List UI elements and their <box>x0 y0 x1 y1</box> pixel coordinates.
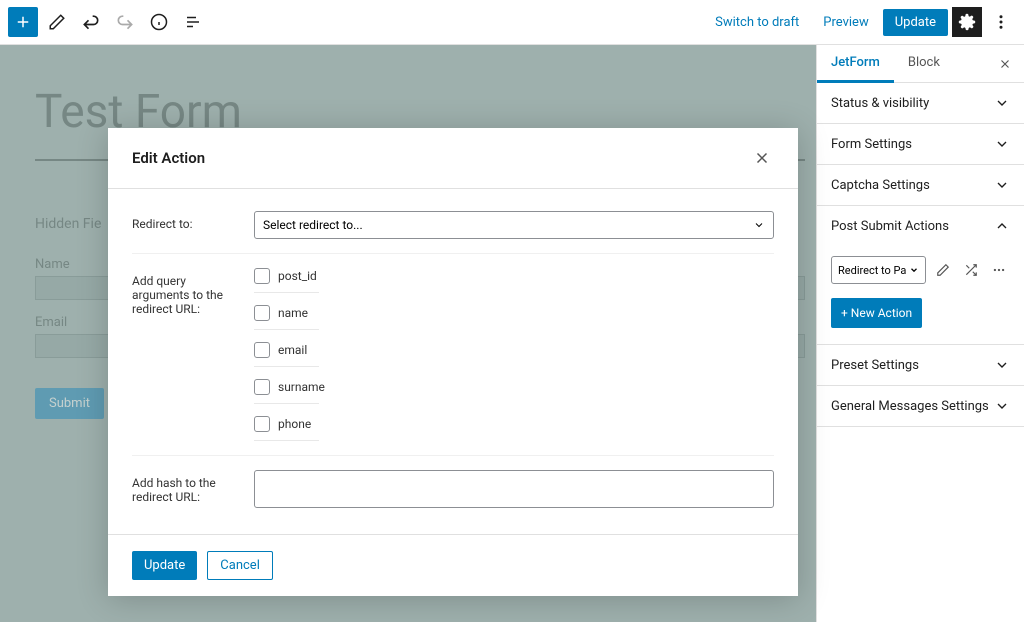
modal-title: Edit Action <box>132 149 205 167</box>
checkbox-post-id[interactable] <box>254 268 270 284</box>
checkbox-phone[interactable] <box>254 416 270 432</box>
update-button[interactable]: Update <box>883 9 948 36</box>
shuffle-icon <box>964 263 978 277</box>
close-icon <box>998 57 1012 71</box>
switch-to-draft-button[interactable]: Switch to draft <box>705 9 809 36</box>
action-more-button[interactable] <box>988 259 1010 281</box>
hash-input[interactable] <box>254 470 774 508</box>
chevron-down-icon <box>994 95 1010 111</box>
select-placeholder: Select redirect to... <box>263 218 363 232</box>
modal-header: Edit Action <box>108 128 798 189</box>
chevron-down-icon <box>994 177 1010 193</box>
add-block-button[interactable] <box>8 7 38 37</box>
plus-icon <box>14 13 32 31</box>
panel-general-messages[interactable]: General Messages Settings <box>817 386 1024 426</box>
panel-label: Captcha Settings <box>831 178 930 193</box>
info-icon <box>150 13 168 31</box>
action-item-row: Redirect to Pa <box>831 256 1010 284</box>
tab-block[interactable]: Block <box>894 45 954 83</box>
sidebar-tabs: JetForm Block <box>817 45 1024 83</box>
list-view-button[interactable] <box>178 7 208 37</box>
checkbox-email[interactable] <box>254 342 270 358</box>
chevron-down-icon <box>994 357 1010 373</box>
more-options-button[interactable] <box>986 7 1016 37</box>
settings-sidebar: JetForm Block Status & visibility Form S… <box>816 45 1024 622</box>
check-item-email: email <box>254 342 319 367</box>
panel-status-visibility[interactable]: Status & visibility <box>817 83 1024 123</box>
tab-jetform[interactable]: JetForm <box>817 45 894 83</box>
modal-body: Redirect to: Select redirect to... Add q… <box>108 189 798 534</box>
checkbox-label: surname <box>278 380 325 394</box>
conditions-button[interactable] <box>960 259 982 281</box>
check-item-surname: surname <box>254 379 319 404</box>
panel-form-settings[interactable]: Form Settings <box>817 124 1024 164</box>
panel-preset-settings[interactable]: Preset Settings <box>817 345 1024 385</box>
edit-action-button[interactable] <box>932 259 954 281</box>
top-toolbar: Switch to draft Preview Update <box>0 0 1024 45</box>
redo-icon <box>115 12 135 32</box>
undo-icon <box>81 12 101 32</box>
redo-button[interactable] <box>110 7 140 37</box>
more-horizontal-icon <box>992 263 1006 277</box>
query-args-label: Add query arguments to the redirect URL: <box>132 268 242 316</box>
pencil-icon <box>936 263 950 277</box>
checkbox-label: post_id <box>278 269 317 283</box>
redirect-to-label: Redirect to: <box>132 211 242 231</box>
chevron-down-icon <box>994 398 1010 414</box>
panel-post-submit-actions[interactable]: Post Submit Actions <box>817 206 1024 246</box>
query-args-row: Add query arguments to the redirect URL:… <box>132 262 774 456</box>
redirect-to-select[interactable]: Select redirect to... <box>254 211 774 239</box>
modal-close-button[interactable] <box>750 146 774 170</box>
close-icon <box>753 149 771 167</box>
query-args-list: post_id name email surname <box>254 268 774 441</box>
panel-label: Status & visibility <box>831 96 929 111</box>
action-select-value: Redirect to Pa <box>838 264 906 277</box>
redirect-to-row: Redirect to: Select redirect to... <box>132 205 774 254</box>
modal-footer: Update Cancel <box>108 534 798 596</box>
modal-update-button[interactable]: Update <box>132 551 197 580</box>
list-icon <box>184 13 202 31</box>
pencil-icon <box>48 13 66 31</box>
check-item-phone: phone <box>254 416 319 441</box>
checkbox-label: name <box>278 306 308 320</box>
close-sidebar-button[interactable] <box>986 49 1024 79</box>
panel-body-post-submit: Redirect to Pa + New Action <box>817 246 1024 344</box>
more-vertical-icon <box>992 13 1010 31</box>
checkbox-surname[interactable] <box>254 379 270 395</box>
check-item-post-id: post_id <box>254 268 319 293</box>
checkbox-label: email <box>278 343 307 357</box>
edit-button[interactable] <box>42 7 72 37</box>
edit-action-modal: Edit Action Redirect to: Select redirect… <box>108 128 798 596</box>
chevron-up-icon <box>994 218 1010 234</box>
settings-button[interactable] <box>952 7 982 37</box>
modal-cancel-button[interactable]: Cancel <box>207 551 273 580</box>
action-type-select[interactable]: Redirect to Pa <box>831 256 926 284</box>
gear-icon <box>958 13 976 31</box>
panel-label: Preset Settings <box>831 358 919 373</box>
checkbox-name[interactable] <box>254 305 270 321</box>
check-item-name: name <box>254 305 319 330</box>
panel-label: General Messages Settings <box>831 399 989 414</box>
preview-button[interactable]: Preview <box>813 9 878 36</box>
chevron-down-icon <box>753 219 765 231</box>
chevron-down-icon <box>909 265 919 275</box>
panel-captcha-settings[interactable]: Captcha Settings <box>817 165 1024 205</box>
chevron-down-icon <box>994 136 1010 152</box>
new-action-button[interactable]: + New Action <box>831 298 922 328</box>
undo-button[interactable] <box>76 7 106 37</box>
hash-row: Add hash to the redirect URL: <box>132 464 774 518</box>
checkbox-label: phone <box>278 417 311 431</box>
info-button[interactable] <box>144 7 174 37</box>
hash-label: Add hash to the redirect URL: <box>132 470 242 504</box>
panel-label: Post Submit Actions <box>831 219 949 234</box>
panel-label: Form Settings <box>831 137 912 152</box>
